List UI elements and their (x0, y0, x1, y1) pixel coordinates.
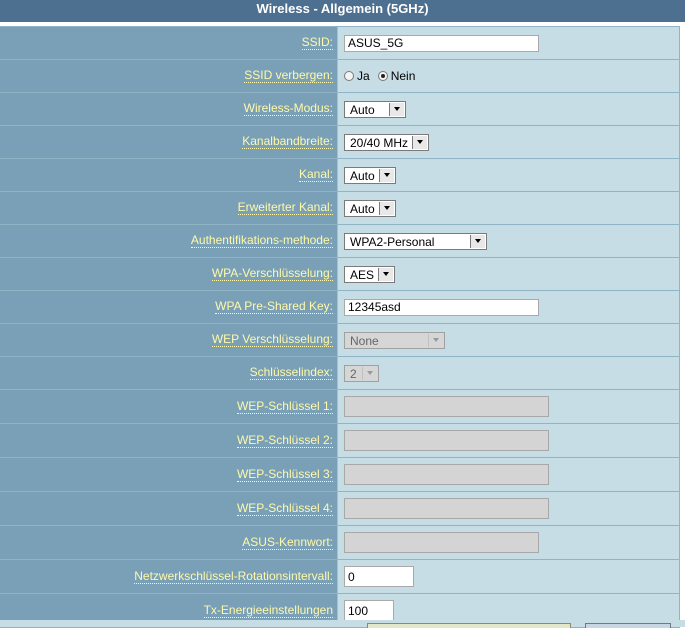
radio-off-icon (344, 71, 354, 81)
hide-ssid-no-radio[interactable]: Nein (377, 69, 415, 83)
row-auth-method: Authentifikations-methode: WPA2-Personal (0, 225, 680, 258)
chevron-down-icon (412, 135, 427, 149)
radio-on-icon (377, 71, 388, 81)
chevron-down-icon (470, 234, 485, 248)
row-wpa-psk: WPA Pre-Shared Key: (0, 291, 680, 324)
key-rotation-input[interactable] (344, 566, 414, 587)
hide-ssid-label: SSID verbergen: (244, 68, 333, 83)
chevron-down-icon (379, 201, 394, 215)
row-wep-key2: WEP-Schlüssel 2: (0, 424, 680, 458)
wireless-mode-label: Wireless-Modus: (243, 101, 333, 116)
tx-power-label: Tx-Energieeinstellungen (203, 602, 333, 618)
tx-power-input[interactable] (344, 600, 394, 621)
bandwidth-select[interactable]: 20/40 MHz (344, 133, 429, 151)
wep-encryption-select[interactable]: None (344, 331, 445, 349)
bandwidth-label: Kanalbandbreite: (242, 134, 333, 149)
row-ssid: SSID: (0, 27, 680, 60)
ext-channel-select[interactable]: Auto (344, 199, 396, 217)
wep-key4-label: WEP-Schlüssel 4: (236, 500, 333, 516)
row-wpa-encryption: WPA-Verschlüsselung: AES (0, 258, 680, 291)
key-index-label: Schlüsselindex: (249, 365, 333, 380)
wpa-encryption-select[interactable]: AES (344, 265, 395, 283)
row-channel: Kanal: Auto (0, 159, 680, 192)
secondary-button[interactable] (585, 623, 671, 628)
page-title: Wireless - Allgemein (5GHz) (0, 0, 685, 23)
wireless-mode-select[interactable]: Auto (344, 100, 406, 118)
row-wep-encryption: WEP Verschlüsselung: None (0, 324, 680, 357)
asus-password-label: ASUS-Kennwort: (242, 534, 333, 550)
chevron-down-icon (379, 168, 394, 182)
row-wireless-mode: Wireless-Modus: Auto (0, 93, 680, 126)
ssid-input[interactable] (344, 34, 539, 52)
auth-method-select[interactable]: WPA2-Personal (344, 232, 487, 250)
row-ext-channel: Erweiterter Kanal: Auto (0, 192, 680, 225)
wep-key1-input[interactable] (344, 396, 549, 417)
row-key-index: Schlüsselindex: 2 (0, 357, 680, 390)
wep-key2-label: WEP-Schlüssel 2: (236, 432, 333, 448)
wep-key3-label: WEP-Schlüssel 3: (236, 466, 333, 482)
wep-encryption-label: WEP Verschlüsselung: (211, 332, 333, 347)
wep-key1-label: WEP-Schlüssel 1: (236, 398, 333, 414)
row-hide-ssid: SSID verbergen: Ja Nein (0, 60, 680, 93)
row-key-rotation: Netzwerkschlüssel-Rotationsintervall: (0, 560, 680, 594)
ext-channel-label: Erweiterter Kanal: (237, 200, 333, 215)
auth-method-label: Authentifikations-methode: (190, 233, 333, 248)
wireless-settings-form: SSID: SSID verbergen: Ja Nein Wireless-M… (0, 26, 680, 628)
wep-key4-input[interactable] (344, 498, 549, 519)
chevron-down-icon (389, 102, 404, 116)
hide-ssid-yes-radio[interactable]: Ja (344, 69, 370, 83)
chevron-down-icon (362, 366, 377, 380)
row-bandwidth: Kanalbandbreite: 20/40 MHz (0, 126, 680, 159)
wep-key3-input[interactable] (344, 464, 549, 485)
apply-button[interactable] (367, 623, 571, 628)
row-asus-password: ASUS-Kennwort: (0, 526, 680, 560)
wpa-psk-label: WPA Pre-Shared Key: (215, 299, 333, 314)
row-wep-key1: WEP-Schlüssel 1: (0, 390, 680, 424)
ssid-label: SSID: (301, 35, 333, 50)
wpa-psk-input[interactable] (344, 298, 539, 316)
key-index-select[interactable]: 2 (344, 364, 379, 382)
wep-key2-input[interactable] (344, 430, 549, 451)
asus-password-input[interactable] (344, 532, 539, 553)
channel-label: Kanal: (298, 167, 333, 182)
chevron-down-icon (378, 267, 393, 281)
channel-select[interactable]: Auto (344, 166, 396, 184)
row-wep-key3: WEP-Schlüssel 3: (0, 458, 680, 492)
wpa-encryption-label: WPA-Verschlüsselung: (211, 266, 333, 281)
chevron-down-icon (428, 333, 443, 347)
button-area (0, 620, 685, 627)
row-wep-key4: WEP-Schlüssel 4: (0, 492, 680, 526)
key-rotation-label: Netzwerkschlüssel-Rotationsintervall: (134, 568, 333, 584)
